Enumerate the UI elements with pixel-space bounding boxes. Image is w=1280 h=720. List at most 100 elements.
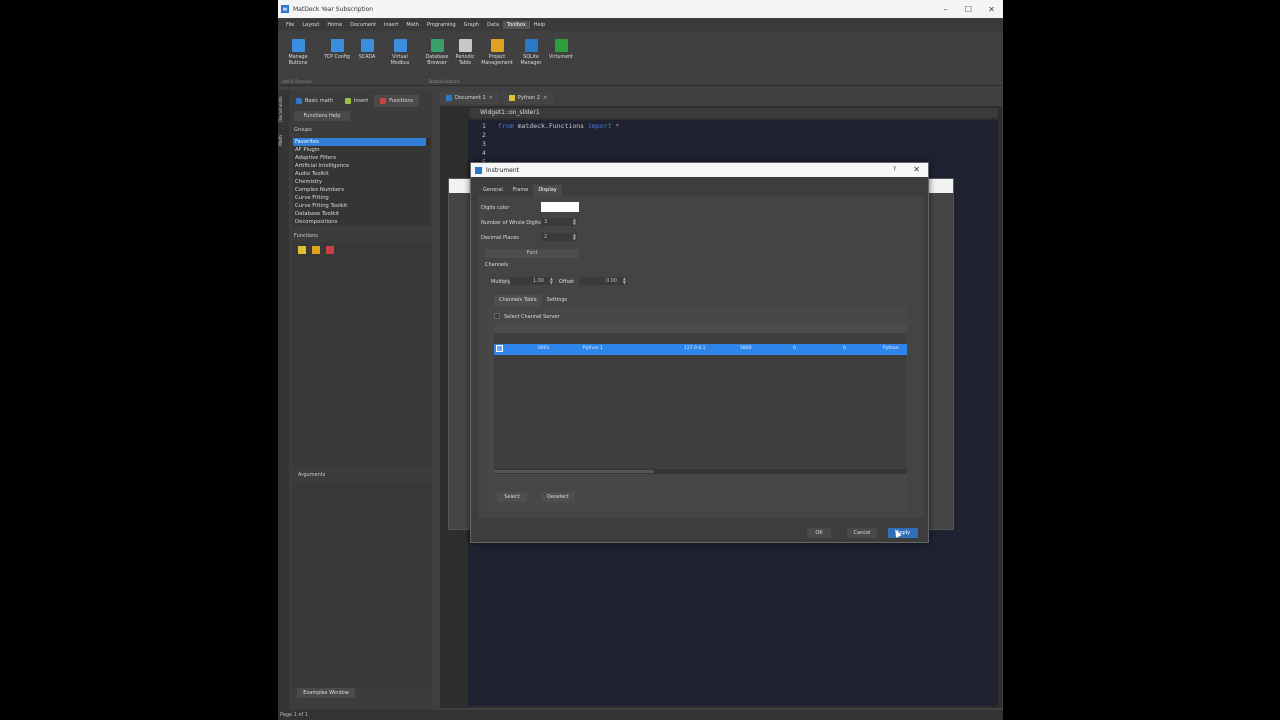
menu-programing[interactable]: Programing (423, 21, 460, 29)
ribbon-button-virtument[interactable]: Virtument (545, 37, 577, 61)
whole-digits-label: Number of Whole Digits (481, 220, 541, 226)
close-tab-icon[interactable]: ✕ (543, 95, 547, 101)
tab-insert[interactable]: Insert (339, 95, 374, 107)
project-management-icon (490, 39, 504, 52)
vtab-documents[interactable]: Documents (279, 94, 288, 124)
tab-frame[interactable]: Frame (508, 185, 534, 196)
functions-list (293, 242, 431, 466)
menu-toolbox[interactable]: Toolbox (503, 21, 530, 29)
table-horizontal-scrollbar[interactable] (494, 469, 907, 474)
ribbon-label: Periodic Table (455, 55, 475, 66)
list-item[interactable]: Complex Numbers (293, 186, 431, 194)
ribbon-button-scada[interactable]: SCADA (351, 37, 383, 61)
ok-button[interactable]: OK (807, 528, 831, 538)
select-button[interactable]: Select (497, 492, 527, 502)
list-item[interactable]: Favorites (293, 138, 431, 146)
cancel-button[interactable]: Cancel (847, 528, 877, 538)
digits-color-label: Digits color (481, 205, 510, 211)
insert-icon (344, 98, 351, 104)
groups-scrollbar[interactable] (426, 138, 431, 146)
line-number: 3 (482, 141, 486, 148)
menu-home[interactable]: Home (323, 21, 346, 29)
tab-functions[interactable]: Functions (374, 95, 420, 107)
tab-display[interactable]: Display (533, 185, 562, 196)
list-item[interactable]: Adaptive Filters (293, 154, 431, 162)
channels-table-panel: Select Channel Server 0001 Python 1 127.… (488, 306, 908, 512)
channels-table: 0001 Python 1 127.0.0.1 5800 0 0 Python (494, 324, 907, 474)
tab-settings[interactable]: Settings (542, 295, 573, 306)
tab-label: Python 2 (517, 95, 540, 101)
offset-spinbox[interactable]: 0.00 ▲ ▼ (579, 277, 627, 285)
menu-graph[interactable]: Graph (460, 21, 483, 29)
table-row[interactable]: 0001 Python 1 127.0.0.1 5800 0 0 Python (494, 344, 907, 355)
digits-color-picker[interactable] (541, 202, 579, 212)
star-add-icon[interactable] (312, 246, 320, 254)
star-remove-icon[interactable] (326, 246, 334, 254)
examples-window-button[interactable]: Examples Window (297, 688, 355, 698)
groups-label: Groups (294, 127, 312, 133)
dialog-close-button[interactable]: ✕ (913, 165, 920, 174)
list-item[interactable]: Artificial Intelligence (293, 162, 431, 170)
scrollbar-thumb[interactable] (494, 470, 654, 473)
list-item[interactable]: Decompositions (293, 218, 431, 226)
multiply-value: 1.00 (532, 278, 544, 284)
ribbon-button-virtual-modbus[interactable]: Virtual Modbus (384, 37, 416, 67)
ribbon-button-sqlite-manager[interactable]: SQLite Manager (515, 37, 547, 67)
list-item[interactable]: Curve Fitting Toolkit (293, 202, 431, 210)
tab-general[interactable]: General (478, 185, 508, 196)
vtab-math[interactable]: Math (279, 130, 288, 150)
dialog-logo-icon (475, 166, 482, 174)
menu-help[interactable]: Help (530, 21, 549, 29)
offset-label: Offset (559, 279, 575, 285)
maximize-button[interactable]: ☐ (957, 0, 980, 18)
menu-insert[interactable]: Insert (380, 21, 402, 29)
table-cell: 0 (843, 346, 846, 351)
list-item[interactable]: Database Toolkit (293, 210, 431, 218)
manage-buttons-button[interactable]: Manage Buttons (282, 37, 314, 67)
menu-data[interactable]: Data (483, 21, 503, 29)
line-number: 2 (482, 132, 486, 139)
dialog-help-button[interactable]: ? (893, 166, 896, 173)
menu-file[interactable]: File (282, 21, 298, 29)
list-item[interactable]: Chemistry (293, 178, 431, 186)
select-server-label: Select Channel Server (504, 314, 560, 320)
deselect-button[interactable]: Deselect (541, 492, 575, 502)
window-title: MatDeck Year Subscription (293, 5, 374, 13)
ribbon-button-project-management[interactable]: Project Management (481, 37, 513, 67)
dialog-title-bar: Instrument ? ✕ (471, 163, 928, 177)
list-item[interactable]: Curve Fitting (293, 194, 431, 202)
menu-math[interactable]: Math (402, 21, 423, 29)
scada-icon (360, 39, 374, 52)
periodic-table-icon (458, 39, 472, 52)
dialog-tabs: General Frame Display (478, 185, 562, 196)
close-tab-icon[interactable]: ✕ (489, 95, 493, 101)
functions-help-button[interactable]: Functions Help (294, 111, 350, 121)
font-button[interactable]: Font (486, 249, 578, 258)
list-item[interactable]: AF Plugin (293, 146, 431, 154)
virtument-icon (554, 39, 568, 52)
tab-channels-table[interactable]: Channels Table (494, 295, 542, 306)
manage-buttons-label: Manage Buttons (288, 55, 308, 66)
minimize-button[interactable]: – (934, 0, 957, 18)
table-cell: 0001 (538, 346, 550, 351)
star-icon[interactable] (298, 246, 306, 254)
tab-document-1[interactable]: Document 1 ✕ (440, 92, 499, 104)
select-server-checkbox[interactable] (494, 313, 500, 319)
spin-arrows-icon[interactable]: ▲ ▼ (573, 218, 576, 226)
close-button[interactable]: ✕ (980, 0, 1003, 18)
ribbon-button-tcp-config[interactable]: TCP Config (321, 37, 353, 61)
code-text: matdeck.Functions (513, 122, 589, 130)
spin-arrows-icon[interactable]: ▲ ▼ (623, 277, 626, 285)
multiply-spinbox[interactable]: 1.00 ▲ ▼ (510, 277, 554, 285)
ribbon-button-periodic-table[interactable]: Periodic Table (449, 37, 481, 67)
list-item[interactable]: Audio Toolkit (293, 170, 431, 178)
tab-basic-math[interactable]: Basic math (290, 95, 339, 107)
row-checkbox[interactable] (496, 345, 503, 352)
menu-document[interactable]: Document (346, 21, 380, 29)
tab-python-2[interactable]: Python 2 ✕ (502, 92, 554, 104)
whole-digits-spinbox[interactable]: 3 ▲ ▼ (541, 218, 577, 226)
spin-arrows-icon[interactable]: ▲ ▼ (550, 277, 553, 285)
spin-arrows-icon[interactable]: ▲ ▼ (573, 233, 576, 241)
menu-layout[interactable]: Layout (298, 21, 323, 29)
decimal-places-spinbox[interactable]: 2 ▲ ▼ (541, 233, 577, 241)
